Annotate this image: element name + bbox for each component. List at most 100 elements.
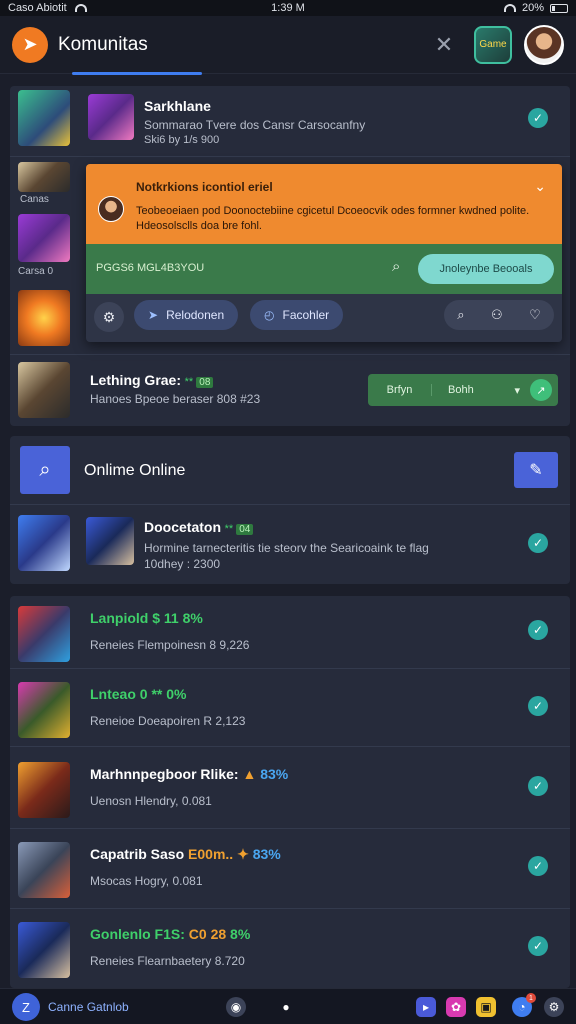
notification-popup[interactable]: Notkrkions icontiol eriel Teobeoeiaen po… (86, 164, 562, 342)
online-title: Onlime Online (84, 462, 186, 479)
score-badge: 83% (252, 846, 281, 862)
game-thumbnail[interactable] (18, 214, 70, 262)
game-thumbnail[interactable] (86, 517, 134, 565)
popup-tools: ⌕ ⚇ ♡ (444, 300, 554, 330)
gamepad-icon[interactable]: ⚇ (491, 307, 503, 323)
bottom-nav-label[interactable]: Canne Gatnlob (48, 1000, 129, 1014)
person-icon[interactable]: ● (276, 997, 296, 1017)
game-thumbnail[interactable] (18, 922, 70, 978)
game-thumbnail[interactable] (18, 162, 70, 192)
chevron-down-icon[interactable]: ⌄ (534, 178, 546, 195)
row-subtitle: Reneies Flearnbaetery 8.720 (90, 954, 245, 968)
left-label: Canas (20, 194, 49, 205)
battery-icon (550, 3, 568, 13)
row-title: Marhnnpegboor Rlike: ▲ 83% (90, 766, 289, 782)
score-badge: 0% (166, 686, 187, 702)
chat-icon[interactable]: ◉ (226, 997, 246, 1017)
gear-icon[interactable]: ⚙ (94, 302, 124, 332)
relodonen-button[interactable]: ➤ Relodonen (134, 300, 239, 330)
heart-icon[interactable]: ♡ (529, 307, 541, 323)
list-item[interactable]: Lanpiold $ 11 8% Reneies Flempoinesn 8 9… (10, 596, 570, 676)
check-icon[interactable]: ✓ (528, 696, 548, 716)
search-icon[interactable]: ⌕ (457, 307, 464, 323)
close-icon[interactable]: ✕ (430, 32, 458, 58)
chevron-down-icon[interactable]: ▾ (514, 384, 520, 397)
list-item[interactable]: Capatrib Saso E00m.. ✦ 83% Msocas Hogry,… (10, 832, 570, 912)
flag-icon[interactable]: ▸ (416, 997, 436, 1017)
row-subtitle: Msocas Hogry, 0.081 (90, 874, 203, 888)
rating-stars: ** (224, 523, 237, 535)
check-icon[interactable]: ✓ (528, 936, 548, 956)
game-badge[interactable]: Game (474, 25, 512, 64)
game-thumbnail[interactable] (18, 362, 70, 418)
game-thumbnail[interactable] (18, 762, 70, 818)
row-subtitle: Uenosn Hlendry, 0.081 (90, 794, 212, 808)
notification-icon[interactable]: ◔ 1 (512, 993, 536, 1017)
row-subtitle: Reneies Flempoinesn 8 9,226 (90, 638, 250, 652)
row-title: Sarkhlane (144, 98, 211, 114)
game-thumbnail[interactable] (18, 842, 70, 898)
game-thumbnail[interactable] (18, 682, 70, 738)
list-item[interactable]: Lnteao 0 ** 0% Reneioe Doeapoiren R 2,12… (10, 672, 570, 752)
game-badge-label: Game (479, 39, 507, 50)
search-icon[interactable]: ⌕ (392, 258, 400, 275)
online-section-header: ⌕ Onlime Online ✎ (10, 436, 570, 504)
check-icon[interactable]: ✓ (528, 856, 548, 876)
list-item[interactable]: Marhnnpegboor Rlike: ▲ 83% Uenosn Hlendr… (10, 752, 570, 832)
game-icon[interactable]: ✿ (446, 997, 466, 1017)
avatar (98, 196, 124, 222)
score-badge: 8% (182, 610, 203, 626)
rating-stars: ** (184, 376, 197, 388)
trophy-icon: ✦ (237, 846, 249, 862)
row-title: Lanpiold $ 11 8% (90, 610, 203, 626)
check-icon[interactable]: ✓ (528, 108, 548, 128)
notification-count: 1 (526, 993, 536, 1003)
popup-toolbar: ⚙ ➤ Relodonen ◴ Facohler ⌕ ⚇ ♡ (86, 294, 562, 342)
row-subtitle: Reneioe Doeapoiren R 2,123 (90, 714, 246, 728)
row-subtitle: Sommarao Tvere dos Cansr Carsocanfny (144, 118, 366, 132)
popup-action-button[interactable]: Jnoleynbe Beooals (418, 254, 554, 284)
game-thumbnail[interactable] (18, 515, 70, 571)
divider (10, 746, 570, 747)
score-badge: 04 (236, 524, 254, 535)
game-list: Lanpiold $ 11 8% Reneies Flempoinesn 8 9… (10, 596, 570, 988)
list-item[interactable]: Gonlenlo F1S: C0 28 8% Reneies Flearnbae… (10, 912, 570, 992)
logo-icon[interactable]: ➤ (12, 26, 48, 63)
popup-action-bar: PGGS6 MGL4B3YOU ⌕ Jnoleynbe Beooals (86, 244, 562, 294)
game-thumbnail[interactable] (88, 94, 134, 140)
home-icon[interactable]: Z (12, 993, 40, 1021)
check-icon[interactable]: ✓ (528, 533, 548, 553)
filter-left[interactable]: Brfyn (368, 384, 432, 396)
avatar[interactable] (524, 24, 564, 65)
go-icon[interactable]: ↗ (530, 379, 552, 401)
row-subtitle: Hanoes Bpeoe beraser 808 #23 (90, 392, 261, 406)
pill-label: Relodonen (166, 308, 225, 322)
search-icon[interactable]: ⌕ (20, 446, 70, 494)
game-thumbnail[interactable] (18, 290, 70, 346)
lock-icon[interactable]: ▣ (476, 997, 496, 1017)
check-icon[interactable]: ✓ (528, 620, 548, 640)
filter-control[interactable]: Brfyn Bohh ▾ ↗ (368, 374, 558, 406)
online-card: Doocetaton ** 04 Hormine tarnecteritis t… (10, 504, 570, 584)
check-icon[interactable]: ✓ (528, 776, 548, 796)
popup-body: Teobeoeiaen pod Doonoctebiine cgicetul D… (136, 205, 530, 232)
divider (10, 354, 570, 355)
score-badge: 8% (230, 926, 251, 942)
left-label: Carsa 0 (18, 266, 54, 277)
row-meta: Ski6 by 1/s 900 (144, 134, 220, 146)
edit-icon[interactable]: ✎ (514, 452, 558, 488)
divider (10, 668, 570, 669)
game-thumbnail[interactable] (18, 606, 70, 662)
facohler-button[interactable]: ◴ Facohler (250, 300, 344, 330)
game-thumbnail[interactable] (18, 90, 70, 146)
clock-icon: ◴ (264, 308, 275, 322)
flame-icon: ▲ (242, 766, 257, 782)
row-title: Gonlenlo F1S: C0 28 8% (90, 926, 251, 942)
popup-title: Notkrkions icontiol eriel (136, 180, 273, 194)
app-title: Komunitas (58, 33, 148, 55)
settings-icon[interactable]: ⚙ (544, 997, 564, 1017)
pill-label: Facohler (282, 308, 330, 322)
active-tab-indicator (72, 72, 202, 75)
filter-right[interactable]: Bohh (432, 384, 514, 396)
status-bar: Caso Abiotit 1:39 M 20% (0, 0, 576, 16)
